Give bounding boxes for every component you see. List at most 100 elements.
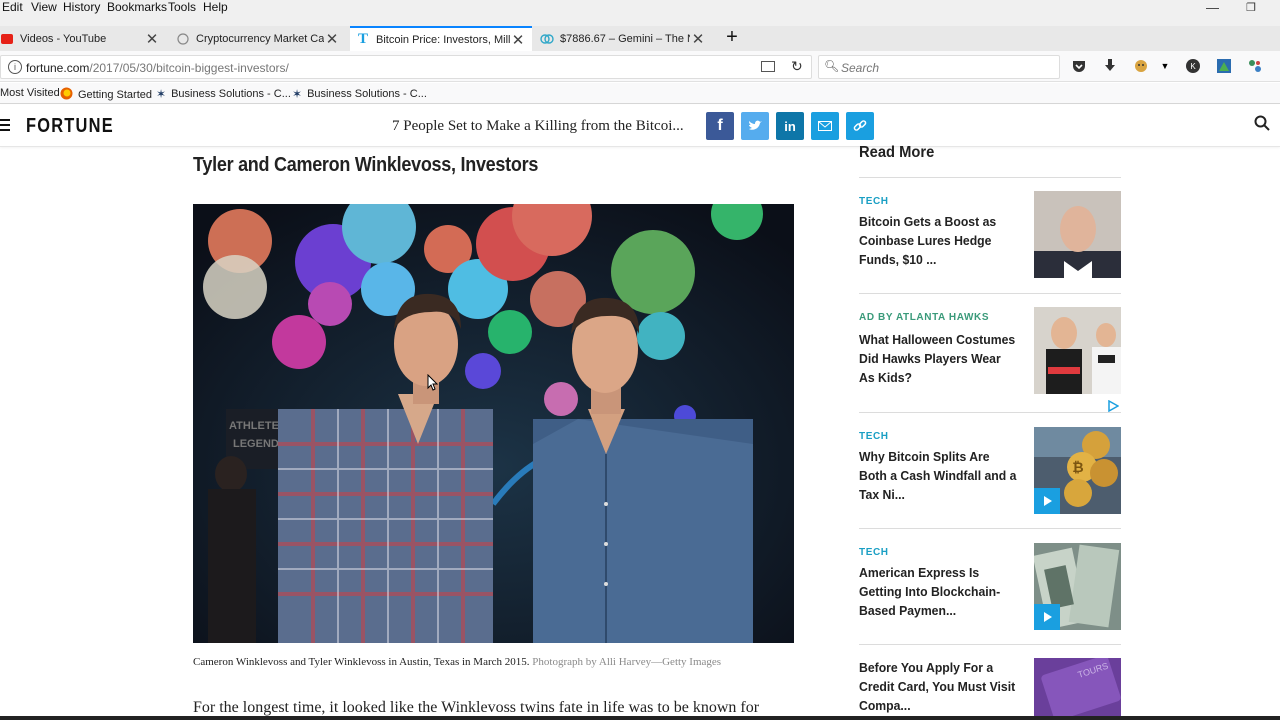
tab-title: Cryptocurrency Market Capi bbox=[196, 32, 324, 45]
thumbnail-image[interactable] bbox=[1034, 191, 1121, 278]
email-icon bbox=[818, 121, 832, 131]
link-icon bbox=[853, 120, 867, 131]
read-more-title: Read More bbox=[859, 144, 935, 161]
photo-credit: Photograph by Alli Harvey—Getty Images bbox=[532, 656, 722, 668]
firefox-icon bbox=[60, 87, 73, 103]
tab-gemini[interactable]: $7886.67 – Gemini – The Ne ✕ bbox=[534, 26, 712, 51]
menu-bookmarks[interactable]: Bookmarks bbox=[107, 0, 167, 14]
svg-text:ATHLETE: ATHLETE bbox=[229, 420, 279, 432]
tab-coinmarketcap[interactable]: Cryptocurrency Market Capi ✕ bbox=[170, 26, 346, 51]
minimize-icon[interactable]: — bbox=[1206, 0, 1219, 15]
menu-help[interactable]: Help bbox=[203, 0, 228, 14]
thumbnail-image[interactable] bbox=[1034, 543, 1121, 630]
reload-icon[interactable]: ↻ bbox=[791, 58, 803, 75]
tab-strip: Videos - YouTube ✕ Cryptocurrency Market… bbox=[0, 26, 1280, 51]
addon-icon[interactable] bbox=[1216, 58, 1232, 74]
restore-icon[interactable]: ❐ bbox=[1246, 1, 1256, 14]
close-icon[interactable]: ✕ bbox=[324, 30, 340, 48]
menu-history[interactable]: History bbox=[63, 0, 100, 14]
read-more-item-title[interactable]: Why Bitcoin Splits Are Both a Cash Windf… bbox=[859, 447, 1019, 504]
hamburger-menu-icon[interactable] bbox=[0, 119, 10, 131]
article-photo: ATHLETE LEGEND bbox=[193, 204, 794, 643]
svg-text:LEGEND: LEGEND bbox=[233, 438, 279, 450]
article-section-heading: Tyler and Cameron Winklevoss, Investors bbox=[193, 154, 539, 176]
play-video-icon[interactable] bbox=[1034, 604, 1060, 630]
dropdown-arrow-icon[interactable]: ▼ bbox=[1157, 58, 1173, 74]
bookmark-getting-started[interactable]: Getting Started bbox=[60, 87, 152, 103]
bookmark-most-visited[interactable]: Most Visited bbox=[0, 87, 60, 99]
read-more-item-title[interactable]: Before You Apply For a Credit Card, You … bbox=[859, 658, 1019, 715]
divider bbox=[859, 177, 1121, 178]
mouse-cursor-icon bbox=[427, 373, 439, 392]
bookmark-business-1[interactable]: ✶ Business Solutions - C... bbox=[156, 87, 291, 101]
email-share-button[interactable] bbox=[811, 112, 839, 140]
url-bar[interactable]: i fortune.com/2017/05/30/bitcoin-biggest… bbox=[0, 55, 812, 79]
fortune-logo[interactable]: FORTUNE bbox=[26, 115, 114, 138]
divider bbox=[859, 293, 1121, 294]
gemini-icon bbox=[540, 32, 554, 46]
menu-bar: Edit View History Bookmarks Tools Help —… bbox=[0, 0, 1280, 26]
extension-icon[interactable] bbox=[1133, 58, 1149, 74]
youtube-icon bbox=[0, 32, 14, 46]
close-icon[interactable]: ✕ bbox=[144, 30, 160, 48]
read-more-item[interactable]: TECH American Express Is Getting Into Bl… bbox=[859, 543, 1121, 647]
ad-tag: AD BY ATLANTA HAWKS bbox=[859, 312, 990, 323]
read-more-item[interactable]: Before You Apply For a Credit Card, You … bbox=[859, 658, 1121, 720]
linkedin-share-button[interactable]: in bbox=[776, 112, 804, 140]
tab-youtube[interactable]: Videos - YouTube ✕ bbox=[0, 26, 166, 51]
tab-title: Videos - YouTube bbox=[20, 32, 107, 45]
search-placeholder: Search bbox=[841, 61, 880, 75]
download-icon[interactable] bbox=[1102, 58, 1118, 74]
facebook-share-button[interactable]: f bbox=[706, 112, 734, 140]
read-more-item[interactable]: TECH Bitcoin Gets a Boost as Coinbase Lu… bbox=[859, 191, 1121, 296]
play-video-icon[interactable] bbox=[1034, 488, 1060, 514]
close-icon[interactable]: ✕ bbox=[690, 30, 706, 48]
nav-bar: i fortune.com/2017/05/30/bitcoin-biggest… bbox=[0, 51, 1280, 82]
coin-icon bbox=[176, 32, 190, 46]
menu-tools[interactable]: Tools bbox=[168, 0, 196, 14]
svg-text:₿: ₿ bbox=[1072, 459, 1083, 475]
read-more-item-ad[interactable]: AD BY ATLANTA HAWKS What Halloween Costu… bbox=[859, 307, 1121, 412]
search-icon: 🔍︎ bbox=[824, 59, 840, 73]
site-search-icon[interactable] bbox=[1254, 115, 1272, 133]
bookmarks-bar: Most Visited Getting Started ✶ Business S… bbox=[0, 83, 1280, 104]
twitter-share-button[interactable] bbox=[741, 112, 769, 140]
thumbnail-image[interactable]: ₿ bbox=[1034, 427, 1121, 514]
new-tab-button[interactable]: + bbox=[722, 26, 742, 50]
adchoices-icon[interactable] bbox=[1107, 399, 1120, 413]
thumbnail-image[interactable]: TOURS bbox=[1034, 658, 1121, 720]
divider bbox=[859, 528, 1121, 529]
search-input[interactable]: 🔍︎ Search bbox=[818, 55, 1060, 79]
menu-edit[interactable]: Edit bbox=[2, 0, 23, 14]
tab-title: Bitcoin Price: Investors, Milli bbox=[376, 33, 510, 46]
category-tag: TECH bbox=[859, 547, 889, 558]
copy-link-button[interactable] bbox=[846, 112, 874, 140]
site-header: FORTUNE 7 People Set to Make a Killing f… bbox=[0, 105, 1280, 147]
bookmark-business-2[interactable]: ✶ Business Solutions - C... bbox=[292, 87, 427, 101]
category-tag: TECH bbox=[859, 196, 889, 207]
info-icon[interactable]: i bbox=[8, 60, 22, 74]
photo-caption: Cameron Winklevoss and Tyler Winklevoss … bbox=[193, 656, 722, 668]
pocket-icon[interactable] bbox=[1071, 58, 1087, 74]
svg-text:K: K bbox=[1190, 62, 1196, 71]
close-icon[interactable]: ✕ bbox=[510, 31, 526, 49]
puzzle-icon[interactable] bbox=[1247, 58, 1263, 74]
fortune-icon: T bbox=[357, 31, 368, 47]
twitter-icon bbox=[749, 120, 762, 130]
divider bbox=[859, 644, 1121, 645]
read-more-item[interactable]: TECH Why Bitcoin Splits Are Both a Cash … bbox=[859, 427, 1121, 531]
profile-icon[interactable]: K bbox=[1185, 58, 1201, 74]
star-icon: ✶ bbox=[292, 87, 303, 101]
tab-fortune-active[interactable]: T Bitcoin Price: Investors, Milli ✕ bbox=[350, 26, 532, 51]
tab-title: $7886.67 – Gemini – The Ne bbox=[560, 32, 690, 45]
read-more-item-title[interactable]: Bitcoin Gets a Boost as Coinbase Lures H… bbox=[859, 212, 1019, 269]
read-more-item-title[interactable]: American Express Is Getting Into Blockch… bbox=[859, 563, 1019, 620]
reader-view-icon[interactable] bbox=[761, 61, 775, 72]
star-icon: ✶ bbox=[156, 87, 167, 101]
facebook-icon: f bbox=[717, 117, 723, 134]
thumbnail-image[interactable] bbox=[1034, 307, 1121, 394]
url-text: fortune.com/2017/05/30/bitcoin-biggest-i… bbox=[26, 61, 289, 75]
menu-view[interactable]: View bbox=[31, 0, 57, 14]
read-more-item-title[interactable]: What Halloween Costumes Did Hawks Player… bbox=[859, 330, 1019, 387]
divider bbox=[859, 412, 1121, 413]
